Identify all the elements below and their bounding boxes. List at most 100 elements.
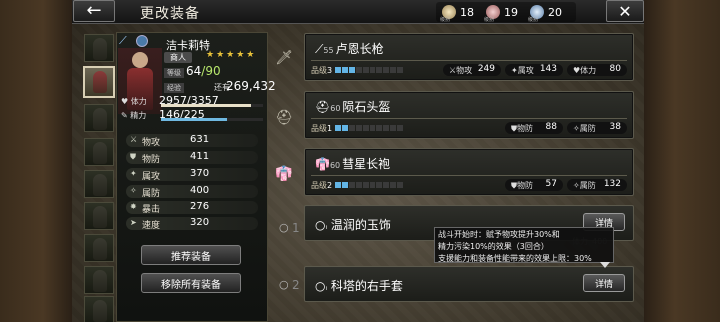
spear-icon: ⟋: [119, 34, 127, 47]
exp-value: 269,432: [226, 79, 276, 93]
weapon-slot-icon: 🗡: [275, 50, 293, 66]
close-button[interactable]: ✕: [606, 0, 644, 22]
equip-stat: ✦属攻 143: [505, 64, 563, 76]
stone-item-2: 级别 19: [484, 5, 526, 23]
grade-segment: [397, 125, 404, 131]
remove-all-equipment-button[interactable]: 移除所有装备: [141, 273, 241, 293]
hp-bar: [161, 104, 263, 107]
grade-segment: [376, 182, 383, 188]
equip-stat: ⚔物攻 249: [443, 64, 501, 76]
stat-value: 400: [190, 185, 210, 196]
grade-segment: [341, 67, 348, 73]
stone-3-value: 20: [548, 5, 562, 19]
character-portrait: [93, 300, 107, 322]
portrait-slot[interactable]: [84, 138, 114, 166]
stat-value: 320: [190, 217, 210, 228]
stat-label: 属防: [142, 189, 161, 199]
back-button[interactable]: ←: [73, 0, 115, 22]
equip-stat: ✧属防 38: [567, 122, 627, 134]
grade-segment: [383, 182, 390, 188]
stone-2-value: 19: [504, 5, 518, 19]
stone-2-icon: 级别: [484, 5, 500, 23]
grade-segment: [397, 182, 404, 188]
accessory-slot-number: 1: [292, 221, 300, 235]
hp-label: ♥ 体力: [121, 97, 147, 106]
phys-def-icon: ⛊物防: [511, 181, 533, 190]
grade-segment: [369, 67, 376, 73]
portrait-slot[interactable]: [84, 296, 114, 322]
grade-segment: [390, 182, 397, 188]
grade-label: 品级1: [311, 124, 333, 133]
exp-label: 经验: [164, 83, 184, 93]
equipment-row-armor[interactable]: 👘60 彗星长袍 品级2 ⛊物防 57 ✧属防 132: [304, 148, 634, 196]
grade-bar: [335, 125, 404, 131]
phys-atk-icon: ⚔: [130, 135, 138, 144]
grade-segment: [355, 182, 362, 188]
hp-row: ♥ 体力 2957/3357: [121, 94, 263, 108]
portrait-slot[interactable]: [84, 202, 114, 230]
character-portrait: [93, 142, 107, 164]
portrait-slot[interactable]: [84, 34, 114, 62]
equipment-row-weapon[interactable]: ⟋55 卢恩长枪 品级3 ⚔物攻 249 ✦属攻 143 ♥体力 80: [304, 33, 634, 81]
game-screen: ← 更改装备 级别 18 级别 19 级别 20 ✕ ⟋ 洁卡莉特 商人 ★★★…: [0, 0, 720, 322]
grade-segment: [335, 67, 341, 73]
stat-row: ✦ 属攻 370: [126, 168, 258, 182]
stat-label: 物防: [142, 155, 161, 165]
stat-value: 411: [190, 151, 210, 162]
level-current: 64: [186, 64, 202, 78]
tooltip-line: 精力污染10%的效果（3回合）: [438, 242, 549, 251]
grade-segment: [355, 67, 362, 73]
stat-row: ⚔ 物攻 631: [126, 134, 258, 148]
grade-segment: [348, 182, 355, 188]
character-portrait: [93, 71, 107, 93]
accessory-slot-icon: ○: [279, 278, 289, 291]
portrait-slot[interactable]: [84, 266, 114, 294]
character-list: [83, 34, 116, 322]
equipment-row-helmet[interactable]: ⛑60 陨石头盔 品级1 ⛊物防 88 ✧属防 38: [304, 91, 634, 139]
portrait-slot[interactable]: [84, 104, 114, 132]
tooltip-line: 支援能力和装备性能带来的效果上限：30%: [438, 254, 592, 263]
grade-segment: [348, 125, 355, 131]
grade-segment: [335, 125, 341, 131]
sp-label: ✎ 精力: [121, 111, 147, 120]
grade-segment: [362, 67, 369, 73]
divider: [311, 60, 627, 61]
portrait-slot[interactable]: [84, 170, 114, 198]
recommend-equipment-button[interactable]: 推荐装备: [141, 245, 241, 265]
equip-stat: ⛊物防 88: [505, 122, 563, 134]
equipment-name: 👘60 彗星长袍: [315, 157, 391, 171]
portrait-slot-selected[interactable]: [83, 66, 115, 98]
accessory-2-detail-button[interactable]: 详情: [583, 274, 625, 292]
sp-row: ✎ 精力 146/225: [121, 108, 263, 122]
grade-segment: [369, 125, 376, 131]
grade-bar: [335, 182, 404, 188]
portrait-slot[interactable]: [84, 234, 114, 262]
accessory-slot-icon: ○: [279, 221, 289, 234]
elem-atk-icon: ✦属攻: [511, 66, 534, 75]
character-role: 商人: [164, 52, 192, 63]
stat-label: 暴击: [142, 205, 161, 215]
grade-label: 品级3: [311, 66, 333, 75]
grade-segment: [390, 67, 397, 73]
level-value: 64/90: [186, 64, 221, 78]
elem-def-icon: ✧属防: [573, 181, 596, 190]
sp-bar: [161, 118, 263, 121]
accessory-row-2[interactable]: ○ᵢ 科塔的右手套 详情: [304, 266, 634, 302]
elem-atk-icon: ✦: [130, 169, 137, 178]
accessory-slot-number: 2: [292, 278, 300, 292]
grade-segment: [376, 125, 383, 131]
elem-def-icon: ✧属防: [573, 124, 596, 133]
accessory-name: ○ᵢ 科塔的右手套: [315, 279, 403, 293]
close-icon: ✕: [618, 1, 632, 21]
stat-value: 370: [190, 168, 210, 179]
character-portrait: [93, 238, 107, 260]
stone-3-icon: 级别: [528, 5, 544, 23]
grade-segment: [376, 67, 383, 73]
phys-def-icon: ⛊物防: [511, 124, 533, 133]
character-portrait: [93, 206, 107, 228]
stone-1-value: 18: [460, 5, 474, 19]
elem-def-icon: ✧: [130, 186, 137, 195]
grade-segment: [390, 125, 397, 131]
level-label: 等级: [164, 68, 184, 78]
character-portrait: [93, 38, 107, 60]
